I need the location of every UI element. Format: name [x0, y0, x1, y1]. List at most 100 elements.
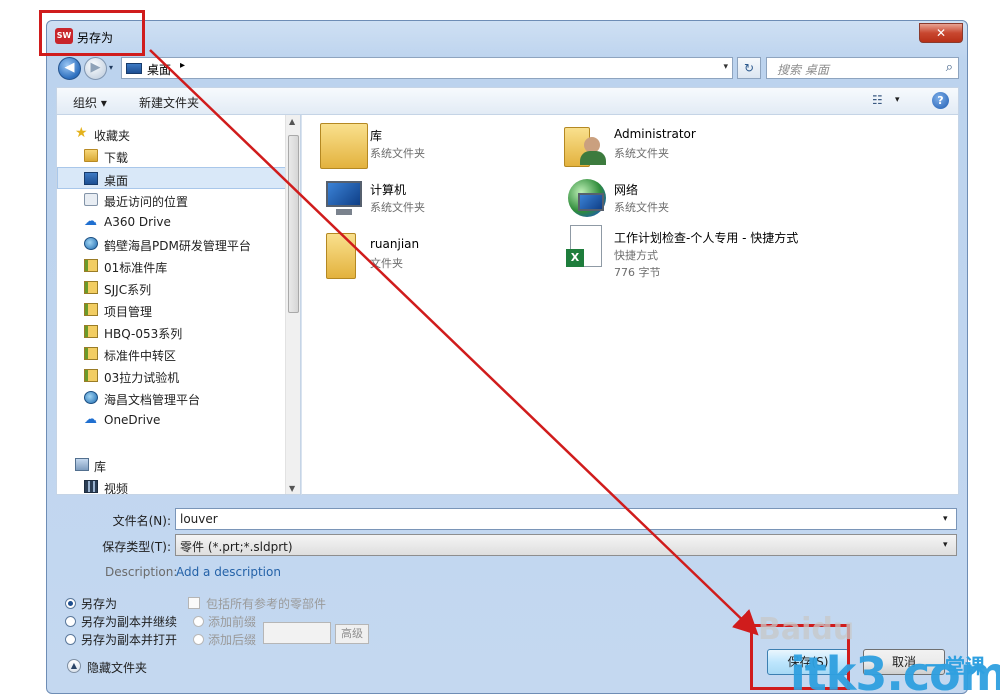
libraries-folder-icon	[320, 123, 368, 169]
nav-libraries-header[interactable]: 库	[57, 454, 287, 476]
nav-item-label: 鹤壁海昌PDM研发管理平台	[104, 239, 251, 253]
save-copy-open-label[interactable]: 另存为副本并打开	[81, 631, 177, 648]
address-bar[interactable]: 桌面 ▸ ▾	[121, 57, 733, 79]
new-folder-button[interactable]: 新建文件夹	[139, 94, 199, 111]
nav-item-label: 项目管理	[104, 305, 153, 319]
item-type: 快捷方式	[614, 249, 658, 262]
nav-favorites-header[interactable]: ★ 收藏夹	[57, 123, 287, 145]
download-folder-icon	[84, 149, 98, 162]
baidu-watermark: Baidu	[758, 612, 855, 647]
nav-item-label: A360 Drive	[104, 215, 171, 229]
help-icon[interactable]: ?	[932, 92, 949, 109]
item-name: Administrator	[614, 127, 696, 141]
forward-button[interactable]: ▶	[84, 57, 107, 80]
filetype-label: 保存类型(T):	[102, 540, 171, 554]
scroll-up-icon[interactable]: ▲	[289, 117, 295, 126]
organize-menu-button[interactable]: 组织 ▾	[73, 94, 107, 111]
item-name: 工作计划检查-个人专用 - 快捷方式	[614, 231, 799, 245]
nav-item-pdm-platform[interactable]: 鹤壁海昌PDM研发管理平台	[57, 233, 287, 255]
view-dropdown-icon[interactable]: ▾	[895, 95, 900, 105]
desktop-icon	[84, 172, 98, 185]
nav-item-label: 标准件中转区	[104, 349, 177, 363]
filename-field[interactable]: louver	[175, 508, 957, 530]
nav-item-project-management[interactable]: 项目管理	[57, 299, 287, 321]
file-list-pane: 库 系统文件夹 Administrator 系统文件夹 计算机 系统文件夹 网络…	[301, 115, 959, 495]
computer-icon	[320, 177, 368, 223]
content-item-computer[interactable]: 计算机 系统文件夹	[320, 177, 560, 227]
onedrive-icon: ☁	[84, 412, 97, 427]
add-suffix-label: 添加后缀	[208, 633, 257, 647]
item-type: 系统文件夹	[370, 147, 425, 160]
recent-pages-dropdown-icon[interactable]: ▾	[109, 63, 113, 72]
folder-icon	[84, 369, 98, 382]
nav-item-videos[interactable]: 视频	[57, 476, 287, 494]
user-folder-icon	[564, 123, 612, 169]
item-name: 库	[370, 129, 383, 143]
include-refs-checkbox[interactable]	[188, 597, 200, 609]
nav-item-label: 海昌文档管理平台	[104, 393, 201, 407]
save-as-radio[interactable]	[65, 598, 76, 609]
filename-dropdown-icon[interactable]: ▾	[943, 514, 948, 524]
close-button[interactable]: ✕	[919, 23, 963, 43]
nav-item-label: 01标准件库	[104, 261, 168, 275]
nav-favorites-label: 收藏夹	[94, 129, 131, 143]
add-description-link[interactable]: Add a description	[176, 565, 281, 579]
add-suffix-radio[interactable]	[193, 634, 204, 645]
save-copy-open-radio[interactable]	[65, 634, 76, 645]
path-chevron-icon[interactable]: ▸	[180, 60, 185, 71]
navigation-pane: ★ 收藏夹 下载 桌面 最近访问的位置 ☁ A360 Drive 鹤壁海昌PDM…	[56, 115, 301, 495]
save-as-label[interactable]: 另存为	[81, 595, 117, 612]
content-item-libraries[interactable]: 库 系统文件夹	[320, 123, 560, 173]
view-options-icon[interactable]: ☷	[872, 93, 883, 107]
nav-item-tensile-tester[interactable]: 03拉力试验机	[57, 365, 287, 387]
nav-item-transfer-area[interactable]: 标准件中转区	[57, 343, 287, 365]
save-copy-continue-radio[interactable]	[65, 616, 76, 627]
scroll-thumb[interactable]	[288, 135, 299, 313]
search-icon[interactable]: ⌕	[946, 60, 953, 75]
search-input[interactable]: 搜索 桌面 ⌕	[766, 57, 959, 79]
nav-item-doc-platform[interactable]: 海昌文档管理平台	[57, 387, 287, 409]
a360-drive-icon: ☁	[84, 214, 97, 229]
nav-item-label: 桌面	[104, 174, 129, 188]
add-prefix-radio[interactable]	[193, 616, 204, 627]
content-item-network[interactable]: 网络 系统文件夹	[564, 177, 804, 227]
filename-label: 文件名(N):	[112, 514, 171, 528]
item-name: 网络	[614, 183, 639, 197]
collapse-icon[interactable]: ▲	[67, 659, 81, 673]
video-library-icon	[84, 480, 98, 493]
pdm-platform-icon	[84, 237, 98, 250]
advanced-button[interactable]: 高级	[335, 624, 369, 644]
nav-scrollbar[interactable]: ▲ ▼	[285, 115, 300, 494]
address-path[interactable]: 桌面	[147, 61, 171, 78]
include-refs-label: 包括所有参考的零部件	[206, 597, 327, 611]
nav-libraries-label: 库	[94, 460, 107, 474]
scroll-down-icon[interactable]: ▼	[289, 484, 295, 493]
course-watermark: 一堂课	[925, 654, 985, 678]
nav-item-sjjc[interactable]: SJJC系列	[57, 277, 287, 299]
save-copy-continue-label[interactable]: 另存为副本并继续	[81, 613, 177, 630]
nav-item-a360-drive[interactable]: ☁ A360 Drive	[57, 211, 287, 233]
nav-item-label: SJJC系列	[104, 283, 152, 297]
nav-item-recent-places[interactable]: 最近访问的位置	[57, 189, 287, 211]
nav-item-downloads[interactable]: 下载	[57, 145, 287, 167]
hide-folders-label[interactable]: 隐藏文件夹	[87, 659, 147, 676]
item-type: 文件夹	[370, 257, 403, 270]
content-item-work-plan-shortcut[interactable]: X 工作计划检查-个人专用 - 快捷方式 快捷方式 776 字节	[564, 225, 804, 287]
prefix-suffix-input[interactable]	[263, 622, 331, 644]
nav-item-onedrive[interactable]: ☁ OneDrive	[57, 409, 287, 431]
filetype-select[interactable]: 零件 (*.prt;*.sldprt)	[175, 534, 957, 556]
nav-item-hbq-053[interactable]: HBQ-053系列	[57, 321, 287, 343]
filetype-dropdown-icon[interactable]: ▾	[943, 540, 948, 550]
item-name: ruanjian	[370, 237, 420, 251]
back-button[interactable]: ◀	[58, 57, 81, 80]
item-size: 776 字节	[614, 266, 661, 279]
nav-item-standard-parts[interactable]: 01标准件库	[57, 255, 287, 277]
content-item-administrator[interactable]: Administrator 系统文件夹	[564, 123, 804, 173]
content-item-ruanjian[interactable]: ruanjian 文件夹	[320, 233, 560, 283]
nav-item-desktop[interactable]: 桌面	[57, 167, 287, 189]
folder-icon	[84, 303, 98, 316]
refresh-button[interactable]: ↻	[737, 57, 761, 79]
nav-item-label: HBQ-053系列	[104, 327, 183, 341]
description-label: Description:	[105, 565, 178, 579]
address-dropdown-icon[interactable]: ▾	[723, 62, 728, 72]
